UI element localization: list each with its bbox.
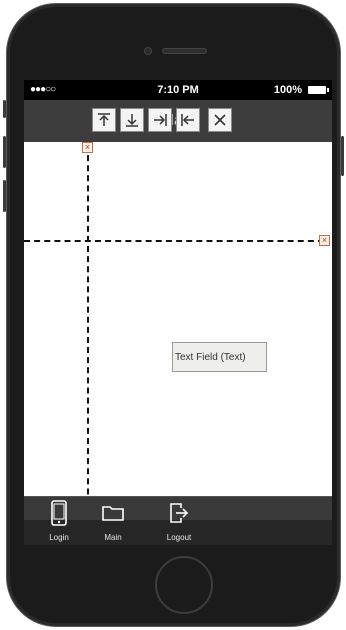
tab-bar: Login Main Logout [24,496,332,545]
tab-logout[interactable]: Logout [154,497,204,545]
close-icon [214,114,226,126]
folder-icon [88,499,138,527]
tab-logout-label: Logout [166,533,192,542]
tab-main-label: Main [104,533,122,542]
volume-down-button [3,180,6,212]
vertical-guide-remove-icon[interactable]: × [82,142,93,153]
tab-login-label: Login [49,533,69,542]
align-top-icon [98,113,110,126]
home-button[interactable] [155,556,213,614]
text-field[interactable]: Text Field (Text) [172,342,267,372]
align-right-icon [154,114,167,126]
horizontal-guide-line[interactable] [24,240,324,242]
align-left-button[interactable] [176,108,200,132]
align-left-icon [181,114,194,126]
phone-icon [34,499,84,527]
horizontal-guide-remove-icon[interactable]: × [319,235,330,246]
tab-login[interactable]: Login [34,497,84,545]
battery-icon [308,86,329,94]
navigation-bar: Main [24,100,332,142]
front-camera [144,47,152,55]
align-bottom-icon [126,114,138,127]
align-right-button[interactable] [148,108,172,132]
status-bar: ●●●○○ 7:10 PM 100% [24,80,332,100]
power-button [341,136,344,176]
battery-percent: 100% [273,84,302,96]
tab-main[interactable]: Main [88,497,138,545]
earpiece-speaker [162,48,207,54]
align-bottom-button[interactable] [120,108,144,132]
vertical-guide-line[interactable] [87,145,89,545]
mute-switch [3,100,6,118]
align-top-button[interactable] [92,108,116,132]
volume-up-button [3,136,6,168]
device-screen: ●●●○○ 7:10 PM 100% Main × × Text F [24,80,332,545]
close-button[interactable] [208,108,232,132]
logout-icon [154,499,204,527]
